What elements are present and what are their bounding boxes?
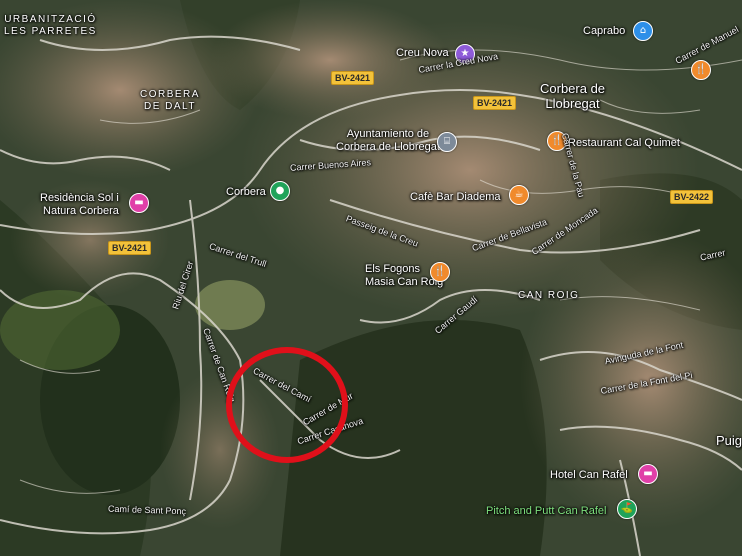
town-label-corbera-de-llobregat: Corbera de Llobregat [540, 81, 606, 111]
road-shield-bv2421: BV-2421 [473, 96, 517, 110]
city-hall-icon[interactable]: ⌸ [437, 132, 457, 152]
hotel-icon[interactable]: ▬ [129, 193, 149, 213]
poi-label-ayuntamiento[interactable]: Ayuntamiento de Corbera de Llobregat [336, 128, 440, 153]
area-label-can-roig: CAN ROIG [518, 290, 580, 301]
road-shield-bv2422: BV-2422 [670, 190, 714, 204]
poi-label-caprabo[interactable]: Caprabo [583, 25, 625, 38]
poi-label-corbera[interactable]: Corbera [226, 186, 266, 199]
shopping-cart-icon[interactable]: ⌂ [633, 21, 653, 41]
golf-icon[interactable]: ⛳ [617, 499, 637, 519]
area-label-corbera-de-dalt: CORBERA DE DALT [140, 89, 200, 112]
poi-label-pitch-and-putt[interactable]: Pitch and Putt Can Rafel [486, 505, 606, 518]
cafe-icon[interactable]: ☕ [509, 185, 529, 205]
park-icon[interactable]: ● [270, 181, 290, 201]
poi-label-creu-nova[interactable]: Creu Nova [396, 47, 449, 60]
restaurant-icon[interactable]: 🍴 [430, 262, 450, 282]
poi-label-restaurant-cal-quimet[interactable]: Restaurant Cal Quimet [568, 137, 680, 150]
road-shield-bv2421: BV-2421 [331, 71, 375, 85]
poi-label-residencia[interactable]: Residència Sol i Natura Corbera [40, 192, 119, 217]
area-label-urbanitzacio: URBANITZACIÓ LES PARRETES [4, 14, 97, 37]
highlight-circle [226, 347, 348, 463]
poi-label-hotel-can-rafel[interactable]: Hotel Can Rafel [550, 469, 628, 482]
town-label-puig: Puig [716, 433, 742, 448]
map-canvas[interactable]: URBANITZACIÓ LES PARRETES CORBERA DE DAL… [0, 0, 742, 556]
poi-label-cafe-bar-diadema[interactable]: Cafè Bar Diadema [410, 191, 501, 204]
hotel-icon[interactable]: ▬ [638, 464, 658, 484]
restaurant-icon[interactable]: 🍴 [691, 60, 711, 80]
road-shield-bv2421: BV-2421 [108, 241, 152, 255]
